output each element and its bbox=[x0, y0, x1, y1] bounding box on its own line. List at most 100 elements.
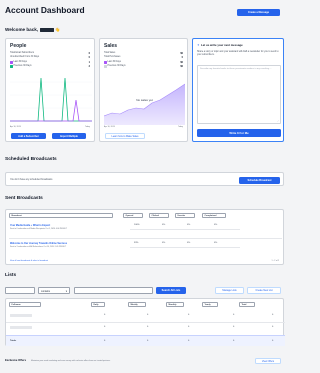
people-card: People Total Email Subscribers 6 Unsubsc… bbox=[5, 38, 95, 142]
legend-swatch bbox=[10, 61, 13, 64]
people-x-start: Apr 16, 2024 bbox=[10, 126, 21, 128]
sent-col-opened[interactable]: Opened bbox=[123, 212, 143, 218]
scheduled-title: Scheduled Broadcasts bbox=[5, 157, 57, 162]
sparkle-icon: ✦ bbox=[197, 43, 200, 47]
broadcast-meta: Sent to 3 subscribers of All Subscribers… bbox=[10, 246, 67, 248]
list-name-redacted bbox=[10, 314, 32, 317]
lists-table: Fullname Daily Weekly Monthly Yearly Tot… bbox=[5, 298, 285, 346]
totals-weekly: 0 bbox=[147, 339, 149, 342]
legend-swatch bbox=[104, 61, 107, 64]
manage-lists-button[interactable]: Manage Lists bbox=[215, 287, 244, 294]
list-total: 0 bbox=[272, 326, 274, 328]
list-daily: 0 bbox=[104, 314, 106, 316]
create-message-button[interactable]: Create a Message bbox=[237, 9, 280, 16]
sales-x-end: Today bbox=[177, 126, 183, 128]
redacted-name bbox=[39, 27, 54, 32]
exclusive-offers-text: Maximize your email marketing and earn m… bbox=[31, 359, 111, 362]
sent-col-complained[interactable]: Complained bbox=[202, 212, 226, 218]
legend-swatch bbox=[10, 65, 13, 68]
exclusive-offers-label: Exclusive Offers bbox=[5, 359, 27, 362]
welcome-text: Welcome back, 👋 bbox=[5, 27, 60, 32]
welcome-prefix: Welcome back, bbox=[5, 27, 39, 32]
unsubs-value: 0% bbox=[187, 224, 191, 226]
sent-col-broadcast[interactable]: Broadcast bbox=[9, 212, 113, 218]
table-row[interactable]: Your Media Guide + What to Expect Sent t… bbox=[6, 223, 285, 235]
people-chart bbox=[10, 77, 92, 122]
sales-title: Sales bbox=[104, 43, 118, 49]
unsubs-value: 0% bbox=[187, 242, 191, 244]
people-stat-value: 0 bbox=[88, 55, 90, 59]
list-search-input[interactable] bbox=[74, 287, 153, 294]
broadcast-meta: Sent to 0 subscribers of Media Recipient… bbox=[10, 228, 68, 230]
totals-monthly: 0 bbox=[188, 339, 190, 342]
sales-stat-value: 0 bbox=[181, 55, 183, 59]
people-x-end: Today bbox=[84, 126, 90, 128]
scheduled-empty-text: You don't have any scheduled broadcasts bbox=[10, 178, 53, 181]
people-legend-value: 2 bbox=[88, 64, 90, 68]
row-divider bbox=[9, 238, 282, 239]
list-weekly: 0 bbox=[147, 314, 149, 316]
ai-writer-title: Let us write your next message bbox=[201, 43, 243, 47]
lists-col-total[interactable]: Total bbox=[239, 301, 255, 307]
legend-label: Last 30 Days bbox=[107, 61, 121, 64]
sent-title: Sent Broadcasts bbox=[5, 196, 43, 201]
create-new-list-button[interactable]: Create New List bbox=[247, 287, 281, 294]
add-subscriber-button[interactable]: Add a Subscriber bbox=[11, 133, 46, 139]
table-row[interactable]: Welcome to Our Journey Towards Online Su… bbox=[6, 241, 285, 253]
lists-col-yearly[interactable]: Yearly bbox=[202, 301, 218, 307]
import-multiple-button[interactable]: Import Multiple bbox=[52, 133, 86, 139]
totals-row: Totals 0 0 0 0 0 bbox=[6, 335, 285, 346]
totals-daily: 0 bbox=[104, 339, 106, 342]
scheduled-card: You don't have any scheduled broadcasts … bbox=[5, 172, 284, 186]
schedule-broadcast-button[interactable]: Schedule Broadcast bbox=[239, 176, 280, 184]
list-daily: 0 bbox=[104, 326, 106, 328]
table-row[interactable]: 0 0 0 0 0 bbox=[6, 311, 285, 321]
people-legend-item: Previous 30 Days bbox=[10, 65, 32, 68]
search-all-lists-button[interactable]: Search All Lists bbox=[156, 287, 186, 294]
ai-writer-description: Share a story or topic and your assistan… bbox=[197, 51, 279, 57]
list-filter-field[interactable]: Email bbox=[5, 287, 35, 304]
list-name-redacted bbox=[10, 326, 32, 329]
complained-value: 0% bbox=[214, 242, 218, 244]
list-yearly: 0 bbox=[233, 326, 235, 328]
ai-writer-card: ✦ Let us write your next message Share a… bbox=[192, 38, 284, 142]
view-all-broadcasts-link[interactable]: View all sent broadcasts & select a broa… bbox=[10, 260, 48, 262]
write-it-for-me-button[interactable]: Write It For Me bbox=[197, 129, 281, 137]
lists-col-fullname[interactable]: Fullname bbox=[9, 301, 41, 307]
operator-value: contains bbox=[41, 289, 50, 293]
ai-prompt-textarea[interactable]: Describe my favorite books to these pass… bbox=[197, 65, 281, 124]
list-operator-select[interactable]: contains ▾ bbox=[38, 287, 70, 294]
complained-value: 0% bbox=[214, 224, 218, 226]
wave-emoji: 👋 bbox=[55, 27, 61, 32]
opened-value: 100% bbox=[134, 224, 140, 226]
broadcast-subject-link[interactable]: Welcome to Our Journey Towards Online Su… bbox=[10, 242, 67, 245]
sales-x-start: Apr 16, 2024 bbox=[104, 126, 115, 128]
broadcast-subject-link[interactable]: Your Media Guide + What to Expect bbox=[10, 224, 50, 227]
sales-stat-label: Total Purchases bbox=[104, 56, 121, 58]
list-total: 0 bbox=[272, 314, 274, 316]
sales-card: Sales Total Sales $0 Total Purchases 0 L… bbox=[99, 38, 188, 142]
learn-sales-button[interactable]: Learn how to Make Sales bbox=[105, 133, 145, 139]
lists-title: Lists bbox=[5, 273, 17, 278]
sent-col-unsubs[interactable]: Unsubs bbox=[175, 212, 195, 218]
view-offers-button[interactable]: View Offers bbox=[255, 358, 281, 364]
clicked-value: 0% bbox=[162, 224, 166, 226]
page-title: Account Dashboard bbox=[5, 5, 85, 15]
sales-stat-value: $0 bbox=[180, 51, 183, 55]
legend-label: Last 30 Days bbox=[13, 61, 27, 64]
people-stat-value: 6 bbox=[88, 51, 90, 55]
ai-prompt-placeholder: Describe my favorite books to these pass… bbox=[200, 68, 272, 70]
sales-legend-value: $0 bbox=[180, 64, 183, 68]
ai-writer-heading: ✦ Let us write your next message bbox=[197, 43, 243, 47]
sales-empty-text: No sales yet bbox=[136, 98, 153, 102]
table-row[interactable]: 0 0 0 0 0 bbox=[6, 323, 285, 333]
sent-col-clicked[interactable]: Clicked bbox=[149, 212, 169, 218]
lists-col-monthly[interactable]: Monthly bbox=[166, 301, 184, 307]
lists-col-weekly[interactable]: Weekly bbox=[128, 301, 146, 307]
resize-handle-icon[interactable]: ⟋ bbox=[277, 120, 279, 123]
lists-col-daily[interactable]: Daily bbox=[91, 301, 105, 307]
legend-label: Previous 30 Days bbox=[13, 65, 32, 68]
totals-total: 0 bbox=[272, 339, 274, 342]
list-monthly: 0 bbox=[188, 314, 190, 316]
sent-pagination: 1 - 2 of 2 bbox=[271, 260, 279, 262]
